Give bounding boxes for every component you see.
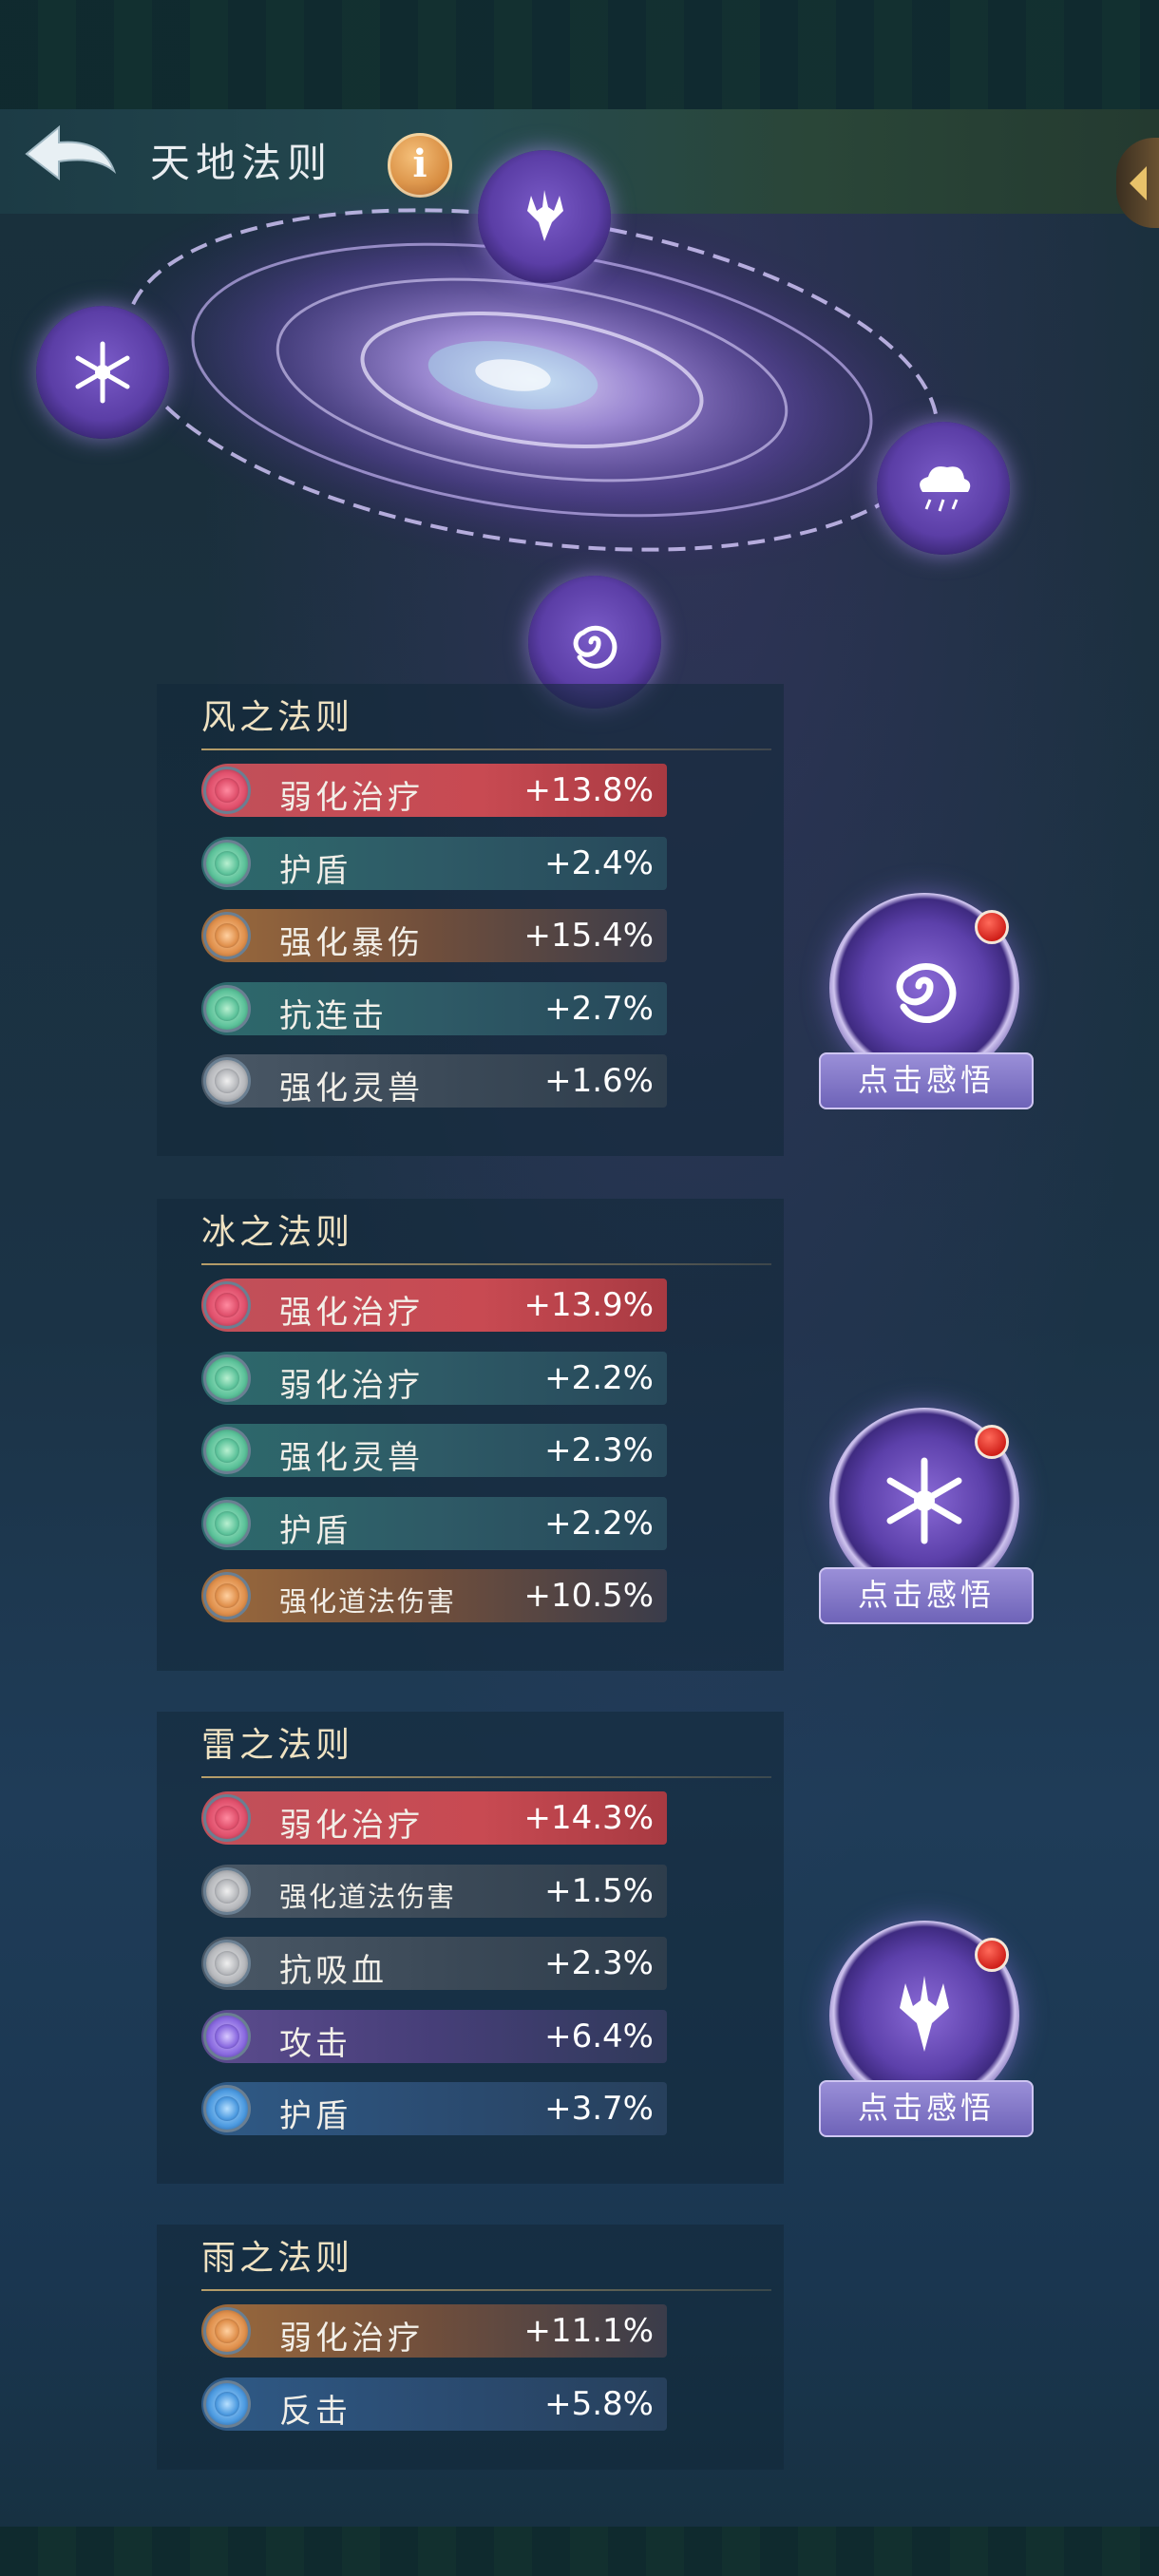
attribute-row: 攻击 +6.4% xyxy=(201,2009,667,2063)
attribute-value: +1.6% xyxy=(544,1062,654,1100)
attribute-value: +10.5% xyxy=(523,1577,655,1615)
attribute-row: 强化灵兽 +1.6% xyxy=(201,1054,667,1108)
attribute-gem-icon xyxy=(203,2379,251,2428)
attribute-gem-icon xyxy=(203,984,251,1032)
ice-law-node[interactable] xyxy=(36,306,169,439)
attribute-label: 攻击 xyxy=(279,2024,352,2063)
attribute-value: +2.7% xyxy=(544,989,654,1028)
snowflake-icon xyxy=(886,1457,962,1544)
attribute-gem-icon xyxy=(203,1794,251,1842)
attribute-value: +13.8% xyxy=(523,771,655,809)
attribute-row: 护盾 +2.4% xyxy=(201,836,667,890)
attribute-gem-icon xyxy=(203,2307,251,2355)
attribute-label: 强化治疗 xyxy=(279,1294,424,1332)
attribute-row: 护盾 +2.2% xyxy=(201,1496,667,1550)
attribute-label: 弱化治疗 xyxy=(279,2320,424,2358)
attribute-gem-icon xyxy=(203,1572,251,1619)
attribute-gem-icon xyxy=(203,1057,251,1105)
wind-swirl-icon xyxy=(896,963,957,1023)
rain-law-node[interactable] xyxy=(877,422,1010,555)
wind-swirl-icon xyxy=(573,625,618,669)
attribute-gem-icon xyxy=(203,767,251,814)
attribute-gem-icon xyxy=(203,1427,251,1474)
attribute-value: +14.3% xyxy=(523,1799,655,1837)
attribute-row: 强化道法伤害 +10.5% xyxy=(201,1569,667,1622)
attribute-row: 强化治疗 +13.9% xyxy=(201,1279,667,1332)
comprehend-button[interactable]: 点击感悟 xyxy=(819,1052,1034,1109)
attribute-value: +13.9% xyxy=(523,1286,655,1324)
attribute-label: 抗吸血 xyxy=(279,1952,388,1990)
attribute-value: +2.2% xyxy=(544,1358,654,1397)
attribute-gem-icon xyxy=(203,1940,251,1987)
attribute-gem-icon xyxy=(203,2012,251,2060)
attribute-label: 弱化治疗 xyxy=(279,779,424,817)
attribute-value: +5.8% xyxy=(544,2384,654,2423)
attribute-row: 强化灵兽 +2.3% xyxy=(201,1424,667,1477)
notification-dot xyxy=(975,910,1009,944)
attribute-label: 弱化治疗 xyxy=(279,1366,424,1405)
bottom-decor-strip xyxy=(0,2527,1159,2576)
section-divider xyxy=(201,1776,771,1778)
attribute-label: 强化道法伤害 xyxy=(279,1880,457,1913)
attribute-gem-icon xyxy=(203,1281,251,1329)
attribute-value: +2.2% xyxy=(544,1504,654,1543)
attribute-value: +2.4% xyxy=(544,843,654,882)
cloud-rain-icon xyxy=(920,466,971,512)
attribute-gem-icon xyxy=(203,1866,251,1915)
attribute-gem-icon xyxy=(203,839,251,887)
law-section-title: 风之法则 xyxy=(201,698,354,737)
attribute-row: 抗吸血 +2.3% xyxy=(201,1937,667,1990)
attribute-row: 强化暴伤 +15.4% xyxy=(201,909,667,962)
attribute-label: 弱化治疗 xyxy=(279,1807,424,1845)
attribute-label: 护盾 xyxy=(279,2097,352,2135)
attribute-gem-icon xyxy=(203,2085,251,2132)
attribute-row: 弱化治疗 +11.1% xyxy=(201,2304,667,2358)
attribute-label: 护盾 xyxy=(279,851,352,890)
law-section-title: 雨之法则 xyxy=(201,2239,354,2278)
notification-dot xyxy=(975,1425,1009,1459)
section-divider xyxy=(201,2289,771,2291)
attribute-gem-icon xyxy=(203,912,251,959)
attribute-label: 强化暴伤 xyxy=(279,924,424,962)
attribute-gem-icon xyxy=(203,1354,251,1402)
attribute-value: +15.4% xyxy=(523,917,655,955)
snowflake-icon xyxy=(75,341,130,404)
section-divider xyxy=(201,1263,771,1265)
attribute-value: +6.4% xyxy=(544,2017,654,2055)
law-section-title: 雷之法则 xyxy=(201,1726,354,1765)
top-decor-strip xyxy=(0,0,1159,109)
attribute-label: 强化道法伤害 xyxy=(279,1585,457,1618)
notification-dot xyxy=(975,1938,1009,1972)
comprehend-button[interactable]: 点击感悟 xyxy=(819,2080,1034,2137)
thunder-icon xyxy=(527,190,563,241)
attribute-row: 抗连击 +2.7% xyxy=(201,981,667,1035)
attribute-row: 护盾 +3.7% xyxy=(201,2082,667,2135)
law-section-title: 冰之法则 xyxy=(201,1213,354,1252)
attribute-label: 强化灵兽 xyxy=(279,1070,424,1108)
attribute-gem-icon xyxy=(203,1499,251,1547)
attribute-label: 反击 xyxy=(279,2392,352,2431)
attribute-row: 弱化治疗 +13.8% xyxy=(201,764,667,817)
attribute-row: 弱化治疗 +2.2% xyxy=(201,1351,667,1405)
attribute-row: 弱化治疗 +14.3% xyxy=(201,1791,667,1845)
attribute-value: +11.1% xyxy=(523,2312,655,2350)
attribute-value: +3.7% xyxy=(544,2090,654,2128)
attribute-value: +2.3% xyxy=(544,1431,654,1469)
thunder-law-node[interactable] xyxy=(478,150,611,283)
attribute-label: 护盾 xyxy=(279,1511,352,1550)
attribute-label: 强化灵兽 xyxy=(279,1439,424,1477)
thunder-icon xyxy=(900,1976,949,2052)
attribute-label: 抗连击 xyxy=(279,996,388,1035)
attribute-row: 反击 +5.8% xyxy=(201,2377,667,2431)
attribute-value: +2.3% xyxy=(544,1944,654,1982)
comprehend-button[interactable]: 点击感悟 xyxy=(819,1567,1034,1624)
section-divider xyxy=(201,748,771,750)
attribute-row: 强化道法伤害 +1.5% xyxy=(201,1864,667,1918)
attribute-value: +1.5% xyxy=(544,1871,654,1910)
